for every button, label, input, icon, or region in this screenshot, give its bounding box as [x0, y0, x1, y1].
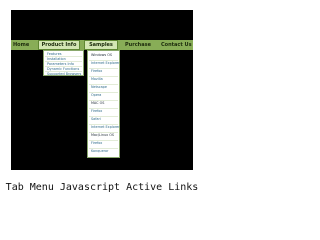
menu-item-safari[interactable]: Safari	[91, 117, 101, 121]
samples-dropdown: Windows OS Internet Explorer Firefox Moz…	[87, 50, 120, 158]
tab-product-info[interactable]: Product Info	[38, 40, 80, 50]
menu-item-firefox[interactable]: Firefox	[91, 69, 102, 73]
tab-samples[interactable]: Samples	[84, 40, 118, 50]
page-caption: Tab Menu Javascript Active Links	[5, 182, 199, 193]
tab-home[interactable]: Home	[13, 40, 29, 50]
menu-item-firefox-linux[interactable]: Firefox	[91, 141, 102, 145]
menu-item-mac-os[interactable]: MAC OS	[91, 101, 104, 105]
menu-item-konqueror[interactable]: Konqueror	[91, 149, 108, 153]
menu-item-supported-browsers[interactable]: Supported Browsers	[47, 72, 81, 76]
menu-item-opera[interactable]: Opera	[91, 93, 101, 97]
menu-item-mozilla[interactable]: Mozilla	[91, 77, 103, 81]
menu-item-internet-explorer-mac[interactable]: Internet Explorer	[91, 125, 120, 129]
menu-item-internet-explorer[interactable]: Internet Explorer	[91, 61, 120, 65]
menu-item-windows-os[interactable]: Windows OS	[91, 53, 112, 57]
demo-frame: Home Product Info Samples Purchase Conta…	[11, 10, 193, 170]
tab-purchase[interactable]: Purchase	[125, 40, 151, 50]
tab-contact-us[interactable]: Contact Us	[161, 40, 192, 50]
product-info-dropdown: Features Installation Parameters Info Dy…	[43, 50, 84, 76]
menu-item-netscape[interactable]: Netscape	[91, 85, 107, 89]
menu-item-firefox-mac[interactable]: Firefox	[91, 109, 102, 113]
tab-menu-bar: Home Product Info Samples Purchase Conta…	[11, 40, 193, 50]
menu-item-mac-linux-os[interactable]: Mac/Linux OS	[91, 133, 114, 137]
